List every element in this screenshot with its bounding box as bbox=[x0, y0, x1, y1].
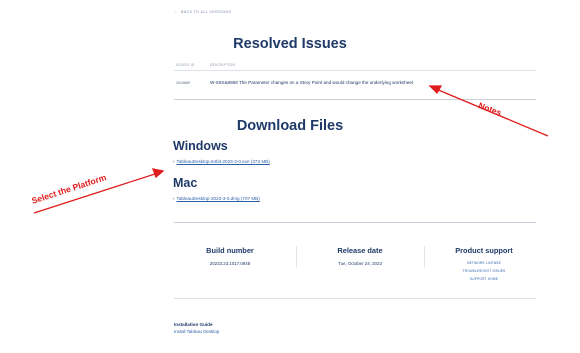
platform-arrow-head bbox=[151, 168, 165, 179]
annotation-arrows bbox=[33, 85, 549, 214]
notes-arrow-head bbox=[428, 85, 443, 95]
